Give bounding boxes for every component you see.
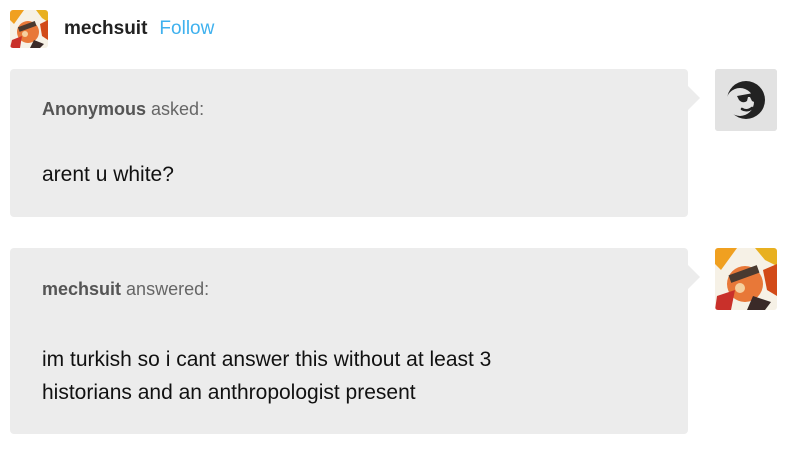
ask-meta: Anonymous asked: [42,99,204,120]
ask-verb: asked: [151,99,205,119]
anonymous-avatar [715,69,777,131]
sunglasses-face-icon [715,69,777,131]
author-username[interactable]: mechsuit [64,18,147,40]
post-header: mechsuit Follow [10,8,214,50]
author-avatar[interactable] [10,10,48,48]
answer-line: historians and an anthropologist present [42,381,416,404]
follow-button[interactable]: Follow [159,18,214,40]
answer-text: im turkish so i cant answer this without… [42,343,658,409]
answerer-avatar[interactable] [715,248,777,310]
answer-bubble: mechsuit answered: im turkish so i cant … [10,248,700,434]
answer-meta: mechsuit answered: [42,279,209,300]
asker-name: Anonymous [42,99,147,119]
ask-bubble: Anonymous asked: arent u white? [10,69,700,217]
question-text: arent u white? [42,163,174,186]
answer-line: im turkish so i cant answer this without… [42,348,492,371]
answer-verb: answered: [126,279,210,299]
answerer-name[interactable]: mechsuit [42,279,121,299]
